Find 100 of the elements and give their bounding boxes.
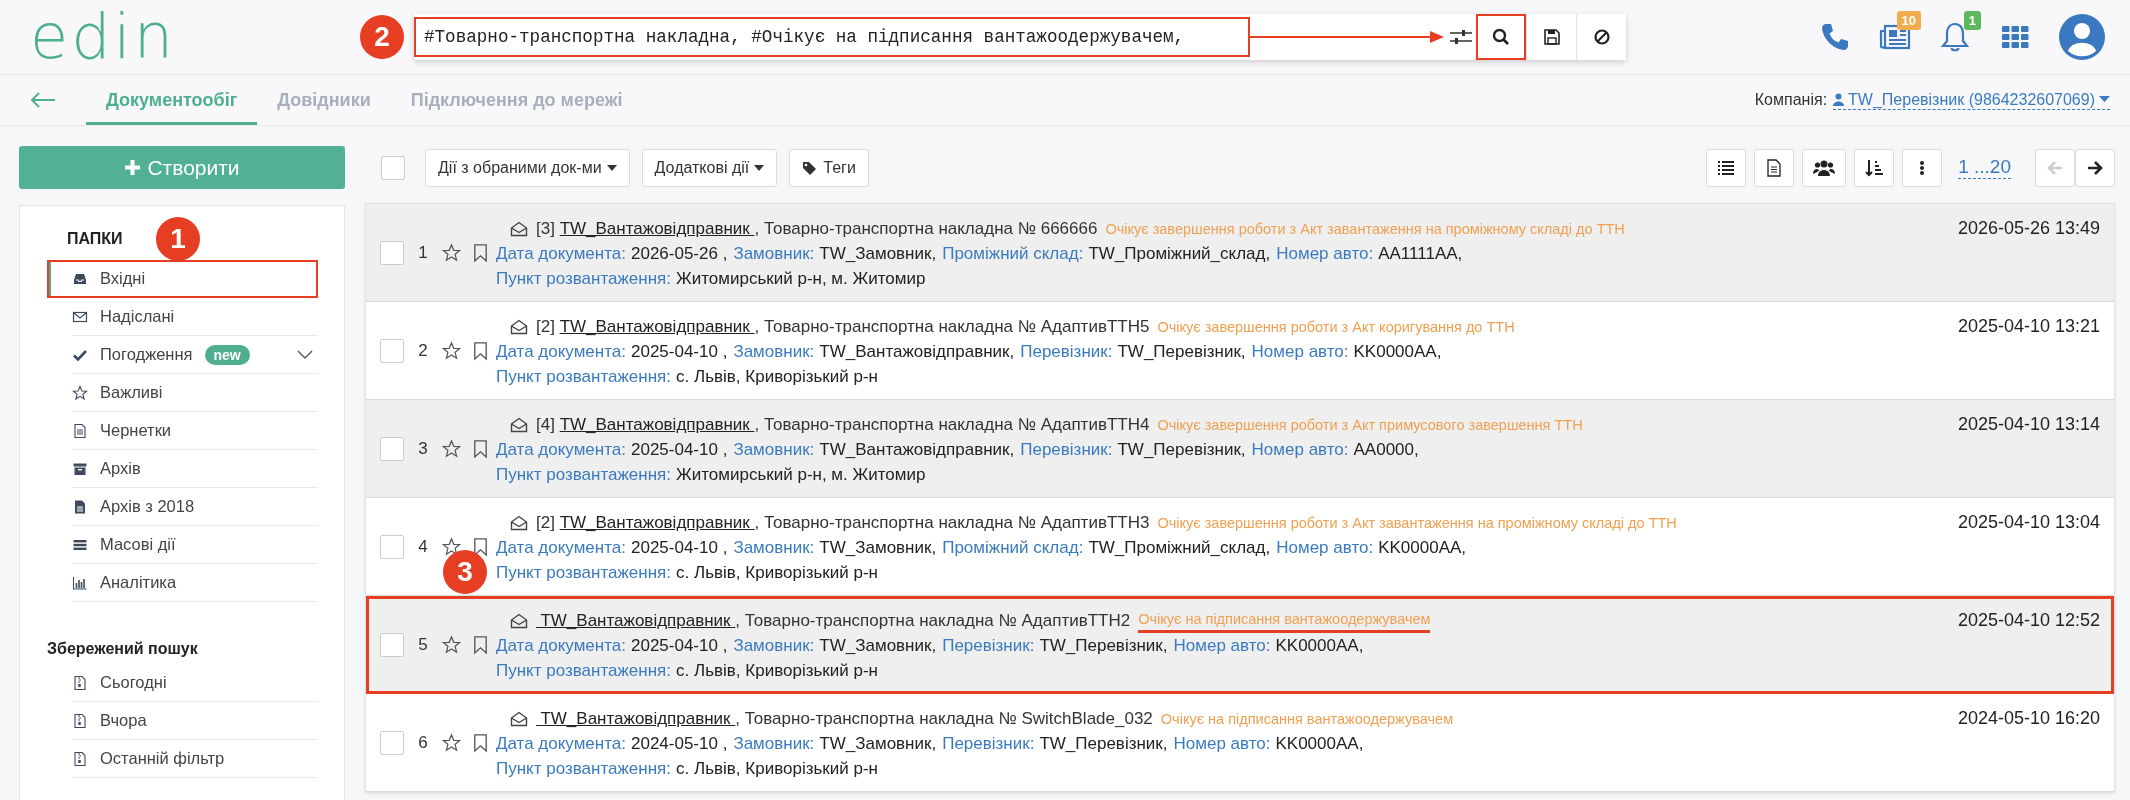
saved-search-item[interactable]: Останній фільтр	[72, 740, 318, 778]
avatar-icon[interactable]	[2059, 14, 2105, 60]
folder-item[interactable]: Погодження new	[72, 336, 318, 374]
sort-button[interactable]	[1854, 148, 1895, 187]
star-icon[interactable]	[442, 733, 461, 753]
pagination-link[interactable]: 1 ...20	[1958, 156, 2011, 179]
document-row[interactable]	[366, 204, 2114, 302]
folder-item[interactable]: Важливі	[72, 374, 318, 412]
field-value: TW_Перевізник,	[1039, 635, 1168, 657]
field-label: Перевізник:	[942, 635, 1035, 657]
field-value: с. Львів, Криворізький р-н	[676, 758, 878, 780]
caret-icon	[754, 164, 765, 171]
field-value: TW_Перевізник,	[1117, 439, 1246, 461]
status-label: Очікує завершення роботи з Акт коригування до ТТН	[1157, 317, 1515, 337]
field-value: 2025-04-10 ,	[631, 537, 728, 559]
field-value: TW_Вантажовідправник,	[819, 439, 1015, 461]
bookmark-icon[interactable]	[471, 537, 490, 557]
step-marker: 1	[156, 217, 200, 261]
row-number: 3	[417, 439, 429, 459]
document-title: , Товарно-транспортна накладна № АдаптивТТН3	[754, 512, 1150, 534]
list-view-button[interactable]	[1706, 148, 1747, 187]
zip-file-icon	[72, 750, 88, 767]
row-checkbox[interactable]	[380, 437, 404, 461]
row-checkbox[interactable]	[380, 241, 404, 265]
field-value: 2025-04-10 ,	[631, 341, 728, 363]
star-icon[interactable]	[442, 537, 461, 557]
row-checkbox[interactable]	[380, 633, 404, 657]
folder-item[interactable]: Чернетки	[72, 412, 318, 450]
save-button[interactable]	[1526, 14, 1576, 60]
star-icon[interactable]	[442, 341, 461, 361]
folder-item[interactable]: Масові дії	[72, 526, 318, 564]
search-button[interactable]	[1476, 14, 1526, 60]
saved-search-item[interactable]: Сьогодні	[72, 664, 318, 702]
section-title: Збережений пошук	[47, 640, 199, 658]
field-label: Перевізник:	[1020, 439, 1113, 461]
row-checkbox[interactable]	[380, 339, 404, 363]
field-value: 2025-04-10 ,	[631, 635, 728, 657]
company-label: Компанія:	[1754, 91, 1828, 109]
document-title: , Товарно-транспортна накладна № SwitchBlade_032	[735, 708, 1153, 730]
folder-item[interactable]: Архів	[72, 450, 318, 488]
version-label: [2]	[536, 316, 556, 338]
bell-icon[interactable]	[1939, 21, 1971, 53]
field-value: KK0000AA,	[1275, 733, 1364, 755]
tags-button[interactable]: Теги	[789, 148, 869, 187]
sender-link[interactable]: TW_Вантажовідправник	[559, 412, 755, 437]
star-icon	[72, 384, 88, 401]
field-value: TW_Проміжний_склад,	[1088, 243, 1271, 265]
search-field[interactable]: #Товарно-транспортна накладна, #Очікує на підписання вантажоодержувачем,	[414, 17, 1250, 57]
chevron-icon[interactable]	[297, 349, 313, 360]
star-icon[interactable]	[442, 439, 461, 459]
folder-item[interactable]: Аналітика	[72, 564, 318, 602]
field-label: Замовник:	[733, 635, 815, 657]
field-value: TW_Проміжний_склад,	[1088, 537, 1271, 559]
document-row[interactable]	[366, 400, 2114, 498]
field-value: с. Львів, Криворізький р-н	[676, 366, 878, 388]
sender-link[interactable]: TW_Вантажовідправник	[536, 706, 736, 731]
sender-link[interactable]: TW_Вантажовідправник	[559, 216, 755, 241]
folder-item[interactable]: Вхідні	[47, 260, 318, 298]
tag-icon	[802, 160, 819, 175]
clear-button[interactable]	[1576, 14, 1626, 60]
star-icon[interactable]	[442, 635, 461, 655]
bookmark-icon[interactable]	[471, 635, 490, 655]
more-button[interactable]	[1902, 148, 1943, 187]
users-button[interactable]	[1802, 148, 1847, 187]
users-icon	[1813, 158, 1836, 177]
dropdown-button[interactable]: Додаткові дії	[641, 148, 778, 187]
sort-icon	[1865, 158, 1884, 177]
version-label: [4]	[536, 414, 556, 436]
bookmark-icon[interactable]	[471, 341, 490, 361]
field-label: Проміжний склад:	[942, 243, 1084, 265]
bookmark-icon[interactable]	[471, 243, 490, 263]
row-number: 4	[417, 537, 429, 557]
field-label: Замовник:	[733, 243, 815, 265]
next-page-button[interactable]	[2075, 148, 2115, 187]
folder-item[interactable]: Архів з 2018	[72, 488, 318, 526]
folder-item[interactable]: Надіслані	[72, 298, 318, 336]
sender-link[interactable]: TW_Вантажовідправник	[559, 510, 755, 535]
row-number: 2	[417, 341, 429, 361]
company-dropdown[interactable]: TW_Перевізник (9864232607069)	[1833, 90, 2110, 110]
field-value: 2026-05-26 ,	[631, 243, 728, 265]
back-arrow-icon[interactable]	[30, 92, 56, 108]
field-value: AA0000,	[1353, 439, 1419, 461]
field-value: с. Львів, Криворізький р-н	[676, 660, 878, 682]
star-icon[interactable]	[442, 243, 461, 263]
bookmark-icon[interactable]	[471, 733, 490, 753]
sender-link[interactable]: TW_Вантажовідправник	[536, 608, 736, 633]
row-checkbox[interactable]	[380, 535, 404, 559]
phone-icon[interactable]	[1819, 21, 1851, 53]
dropdown-button[interactable]: Дії з обраними док-ми	[425, 148, 630, 187]
open-envelope-icon	[510, 514, 528, 531]
count-badge: 1	[1963, 11, 1981, 30]
bookmark-icon[interactable]	[471, 439, 490, 459]
field-label: Замовник:	[733, 733, 815, 755]
document-view-button[interactable]	[1754, 148, 1795, 187]
saved-search-item[interactable]: Вчора	[72, 702, 318, 740]
row-checkbox[interactable]	[380, 731, 404, 755]
open-envelope-icon	[510, 220, 528, 237]
select-all-checkbox[interactable]	[381, 155, 405, 180]
field-label: Пункт розвантаження:	[496, 758, 672, 780]
sender-link[interactable]: TW_Вантажовідправник	[559, 314, 755, 339]
